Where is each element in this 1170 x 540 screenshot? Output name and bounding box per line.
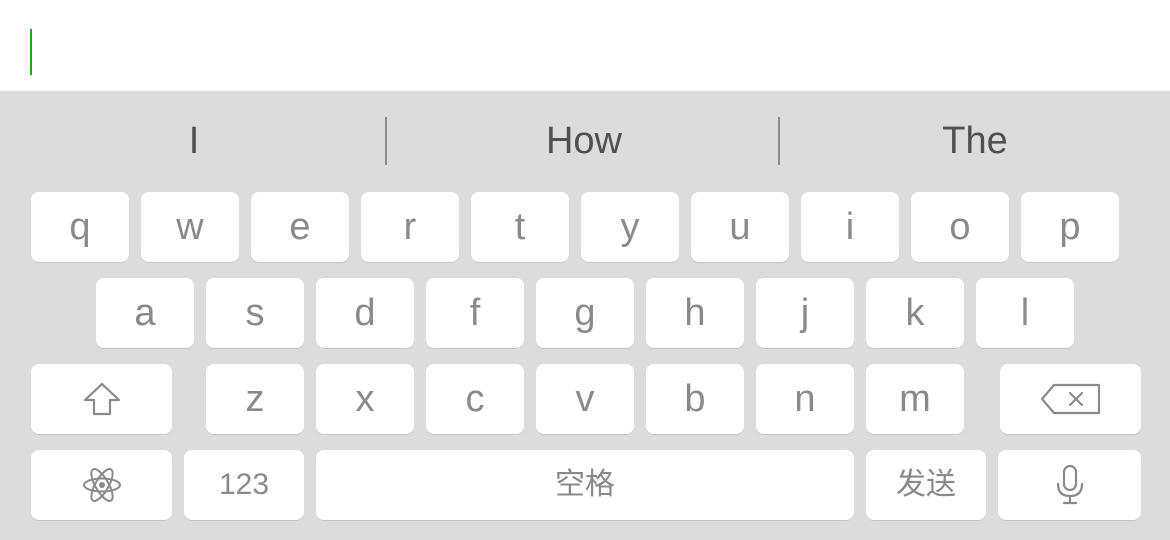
key-s[interactable]: s <box>206 278 304 348</box>
text-cursor <box>30 29 32 75</box>
suggestion-3[interactable]: The <box>780 111 1170 171</box>
key-d[interactable]: d <box>316 278 414 348</box>
suggestion-2[interactable]: How <box>388 111 780 171</box>
key-label: u <box>729 206 751 248</box>
key-label: f <box>469 292 481 334</box>
key-label: d <box>354 292 376 334</box>
atom-icon <box>82 468 121 502</box>
key-label: o <box>949 206 971 248</box>
key-r[interactable]: r <box>361 192 459 262</box>
suggestion-divider <box>385 117 387 165</box>
key-x[interactable]: x <box>316 364 414 434</box>
space-label: 空格 <box>555 467 615 502</box>
key-i[interactable]: i <box>801 192 899 262</box>
key-label: b <box>684 378 706 420</box>
key-label: k <box>905 292 925 334</box>
key-n[interactable]: n <box>756 364 854 434</box>
shift-button[interactable] <box>31 364 172 434</box>
key-label: q <box>69 206 91 248</box>
key-c[interactable]: c <box>426 364 524 434</box>
key-label: l <box>1020 292 1030 334</box>
delete-button[interactable] <box>1000 364 1141 434</box>
key-label: v <box>575 378 595 420</box>
key-h[interactable]: h <box>646 278 744 348</box>
voice-input-button[interactable] <box>998 450 1141 520</box>
emoji-button[interactable] <box>31 450 172 520</box>
key-t[interactable]: t <box>471 192 569 262</box>
key-m[interactable]: m <box>866 364 964 434</box>
space-bar[interactable]: 空格 <box>316 450 854 520</box>
key-label: x <box>355 378 375 420</box>
key-v[interactable]: v <box>536 364 634 434</box>
key-a[interactable]: a <box>96 278 194 348</box>
key-label: c <box>465 378 485 420</box>
keyboard: I How The q w e r t y u i o p a s d f g … <box>0 91 1170 540</box>
send-label: 发送 <box>896 467 956 502</box>
key-label: r <box>403 206 417 248</box>
key-label: y <box>620 206 640 248</box>
suggestion-1[interactable]: I <box>0 111 388 171</box>
key-label: s <box>245 292 265 334</box>
key-label: h <box>684 292 706 334</box>
numbers-label: 123 <box>218 468 270 501</box>
backspace-icon <box>1040 383 1100 415</box>
shift-arrow-icon <box>83 382 120 416</box>
microphone-icon <box>1056 464 1083 505</box>
key-w[interactable]: w <box>141 192 239 262</box>
key-j[interactable]: j <box>756 278 854 348</box>
key-label: i <box>845 206 855 248</box>
send-button[interactable]: 发送 <box>866 450 986 520</box>
key-o[interactable]: o <box>911 192 1009 262</box>
numbers-button[interactable]: 123 <box>184 450 304 520</box>
key-y[interactable]: y <box>581 192 679 262</box>
key-label: n <box>794 378 816 420</box>
key-label: j <box>800 292 810 334</box>
key-label: w <box>176 206 204 248</box>
key-label: a <box>134 292 156 334</box>
text-input-area[interactable] <box>0 0 1170 91</box>
key-f[interactable]: f <box>426 278 524 348</box>
key-u[interactable]: u <box>691 192 789 262</box>
key-g[interactable]: g <box>536 278 634 348</box>
key-label: g <box>574 292 596 334</box>
key-p[interactable]: p <box>1021 192 1119 262</box>
key-q[interactable]: q <box>31 192 129 262</box>
key-label: m <box>899 378 931 420</box>
key-label: t <box>514 206 526 248</box>
key-label: p <box>1059 206 1081 248</box>
key-z[interactable]: z <box>206 364 304 434</box>
key-b[interactable]: b <box>646 364 744 434</box>
key-l[interactable]: l <box>976 278 1074 348</box>
key-label: z <box>245 378 265 420</box>
key-k[interactable]: k <box>866 278 964 348</box>
key-e[interactable]: e <box>251 192 349 262</box>
key-label: e <box>289 206 311 248</box>
